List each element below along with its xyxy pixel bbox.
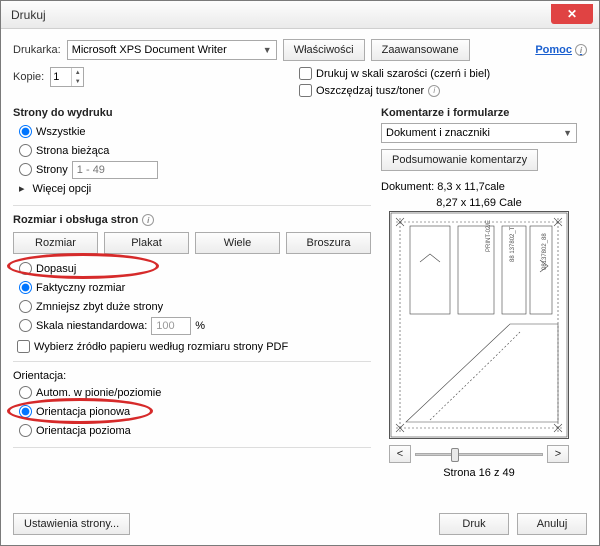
multiple-button[interactable]: Wiele bbox=[195, 232, 280, 254]
booklet-button[interactable]: Broszura bbox=[286, 232, 371, 254]
help-link[interactable]: Pomoc i bbox=[535, 44, 587, 56]
comments-header: Komentarze i formularze bbox=[381, 107, 577, 119]
svg-text:08137802_88: 08137802_88 bbox=[542, 233, 548, 270]
pages-range-input[interactable] bbox=[72, 161, 158, 179]
radio-actual[interactable]: Faktyczny rozmiar bbox=[19, 279, 371, 296]
copies-label: Kopie: bbox=[13, 71, 44, 83]
next-page-button[interactable]: > bbox=[547, 445, 569, 463]
scale-input[interactable] bbox=[151, 317, 191, 335]
comments-select[interactable]: Dokument i znaczniki ▼ bbox=[381, 123, 577, 143]
radio-current[interactable]: Strona bieżąca bbox=[19, 142, 371, 159]
spinner-up-icon[interactable]: ▲ bbox=[72, 68, 83, 77]
page-indicator: Strona 16 z 49 bbox=[381, 467, 577, 479]
radio-shrink[interactable]: Zmniejsz zbyt duże strony bbox=[19, 298, 371, 315]
copies-input[interactable] bbox=[51, 68, 71, 86]
chevron-down-icon: ▼ bbox=[563, 128, 572, 138]
page-slider[interactable] bbox=[415, 447, 543, 461]
comments-summary-button[interactable]: Podsumowanie komentarzy bbox=[381, 149, 538, 171]
radio-landscape[interactable]: Orientacja pozioma bbox=[19, 422, 371, 439]
spinner-down-icon[interactable]: ▼ bbox=[72, 77, 83, 86]
doc-size-label: Dokument: 8,3 x 11,7cale bbox=[381, 181, 577, 193]
prev-page-button[interactable]: < bbox=[389, 445, 411, 463]
paper-source-checkbox[interactable]: Wybierz źródło papieru według rozmiaru s… bbox=[17, 340, 371, 353]
page-setup-button[interactable]: Ustawienia strony... bbox=[13, 513, 130, 535]
radio-range[interactable]: Strony bbox=[19, 161, 371, 178]
copies-spinner[interactable]: ▲ ▼ bbox=[50, 67, 84, 87]
radio-portrait[interactable]: Orientacja pionowa bbox=[19, 403, 371, 420]
info-icon: i bbox=[428, 85, 440, 97]
advanced-button[interactable]: Zaawansowane bbox=[371, 39, 470, 61]
print-preview: PRINT-02/E 88 137802_T 08137802_88 bbox=[389, 211, 569, 439]
svg-text:PRINT-02/E: PRINT-02/E bbox=[486, 220, 492, 252]
save-ink-checkbox[interactable]: Oszczędzaj tusz/toner i bbox=[299, 84, 490, 97]
radio-custom-scale[interactable]: Skala niestandardowa: % bbox=[19, 317, 371, 334]
radio-fit[interactable]: Dopasuj bbox=[19, 260, 371, 277]
printer-label: Drukarka: bbox=[13, 44, 61, 56]
sheet-size-label: 8,27 x 11,69 Cale bbox=[381, 197, 577, 209]
window-title: Drukuj bbox=[11, 8, 46, 22]
size-header: Rozmiar i obsługa stron i bbox=[13, 214, 371, 226]
poster-button[interactable]: Plakat bbox=[104, 232, 189, 254]
info-icon: i bbox=[142, 214, 154, 226]
info-icon: i bbox=[575, 44, 587, 56]
cancel-button[interactable]: Anuluj bbox=[517, 513, 587, 535]
radio-all[interactable]: Wszystkie bbox=[19, 123, 371, 140]
close-icon[interactable]: ✕ bbox=[551, 4, 593, 24]
size-button[interactable]: Rozmiar bbox=[13, 232, 98, 254]
orientation-header: Orientacja: bbox=[13, 370, 371, 382]
grayscale-checkbox[interactable]: Drukuj w skali szarości (czerń i biel) bbox=[299, 67, 490, 80]
chevron-down-icon: ▼ bbox=[263, 45, 272, 55]
pages-header: Strony do wydruku bbox=[13, 107, 371, 119]
print-button[interactable]: Druk bbox=[439, 513, 509, 535]
more-options-expander[interactable]: Więcej opcji bbox=[19, 180, 371, 197]
printer-select[interactable]: Microsoft XPS Document Writer ▼ bbox=[67, 40, 277, 60]
radio-auto-orient[interactable]: Autom. w pionie/poziomie bbox=[19, 384, 371, 401]
properties-button[interactable]: Właściwości bbox=[283, 39, 365, 61]
svg-text:88 137802_T: 88 137802_T bbox=[510, 226, 516, 262]
